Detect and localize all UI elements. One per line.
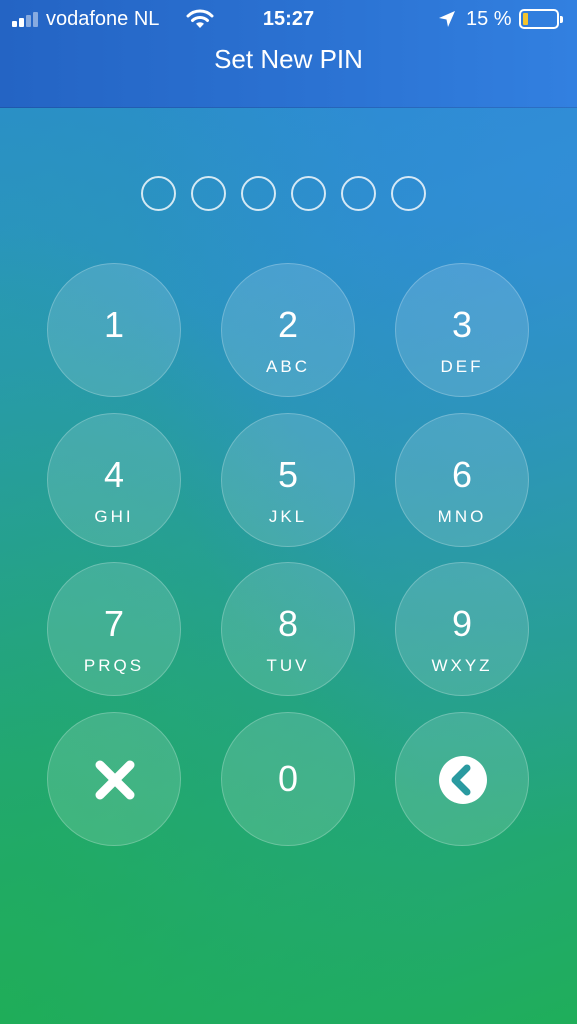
pin-dot bbox=[391, 176, 426, 211]
key-letters: DEF bbox=[440, 357, 484, 376]
key-letters: ABC bbox=[266, 357, 310, 376]
key-6[interactable]: 6 MNO bbox=[395, 413, 529, 547]
key-letters: PRQS bbox=[83, 656, 145, 675]
key-digit: 2 bbox=[277, 304, 299, 345]
key-7[interactable]: 7 PRQS bbox=[47, 562, 181, 696]
key-letters: TUV bbox=[266, 656, 310, 675]
pin-dot bbox=[291, 176, 326, 211]
backspace-button[interactable] bbox=[395, 712, 529, 846]
key-digit: 4 bbox=[103, 454, 125, 495]
battery-level-fill bbox=[523, 13, 528, 25]
pin-dot bbox=[191, 176, 226, 211]
key-digit: 6 bbox=[451, 454, 473, 495]
key-5[interactable]: 5 JKL bbox=[221, 413, 355, 547]
location-arrow-icon bbox=[439, 11, 455, 27]
key-letters: GHI bbox=[94, 507, 134, 526]
key-digit: 5 bbox=[277, 454, 299, 495]
key-0[interactable]: 0 bbox=[221, 712, 355, 846]
pin-dot bbox=[241, 176, 276, 211]
battery-percentage: 15 % bbox=[466, 8, 512, 30]
close-icon bbox=[95, 760, 135, 800]
navigation-bar: vodafone NL 15:27 15 % Set New PIN bbox=[0, 0, 577, 108]
pin-dot bbox=[341, 176, 376, 211]
key-digit: 8 bbox=[277, 603, 299, 644]
key-digit: 1 bbox=[103, 304, 125, 345]
key-1[interactable]: 1 bbox=[47, 263, 181, 397]
key-letters: MNO bbox=[437, 507, 487, 526]
key-digit: 9 bbox=[451, 603, 473, 644]
key-2[interactable]: 2 ABC bbox=[221, 263, 355, 397]
key-4[interactable]: 4 GHI bbox=[47, 413, 181, 547]
key-digit: 0 bbox=[277, 758, 299, 799]
key-digit: 3 bbox=[451, 304, 473, 345]
key-8[interactable]: 8 TUV bbox=[221, 562, 355, 696]
chevron-left-icon bbox=[439, 756, 487, 804]
key-digit: 7 bbox=[103, 603, 125, 644]
key-letters: JKL bbox=[268, 507, 308, 526]
status-bar: vodafone NL 15:27 15 % bbox=[0, 0, 577, 38]
page-title: Set New PIN bbox=[214, 44, 363, 74]
pin-dot bbox=[141, 176, 176, 211]
battery-icon bbox=[519, 9, 563, 29]
cancel-button[interactable] bbox=[47, 712, 181, 846]
key-letters: WXYZ bbox=[431, 656, 493, 675]
key-9[interactable]: 9 WXYZ bbox=[395, 562, 529, 696]
key-3[interactable]: 3 DEF bbox=[395, 263, 529, 397]
